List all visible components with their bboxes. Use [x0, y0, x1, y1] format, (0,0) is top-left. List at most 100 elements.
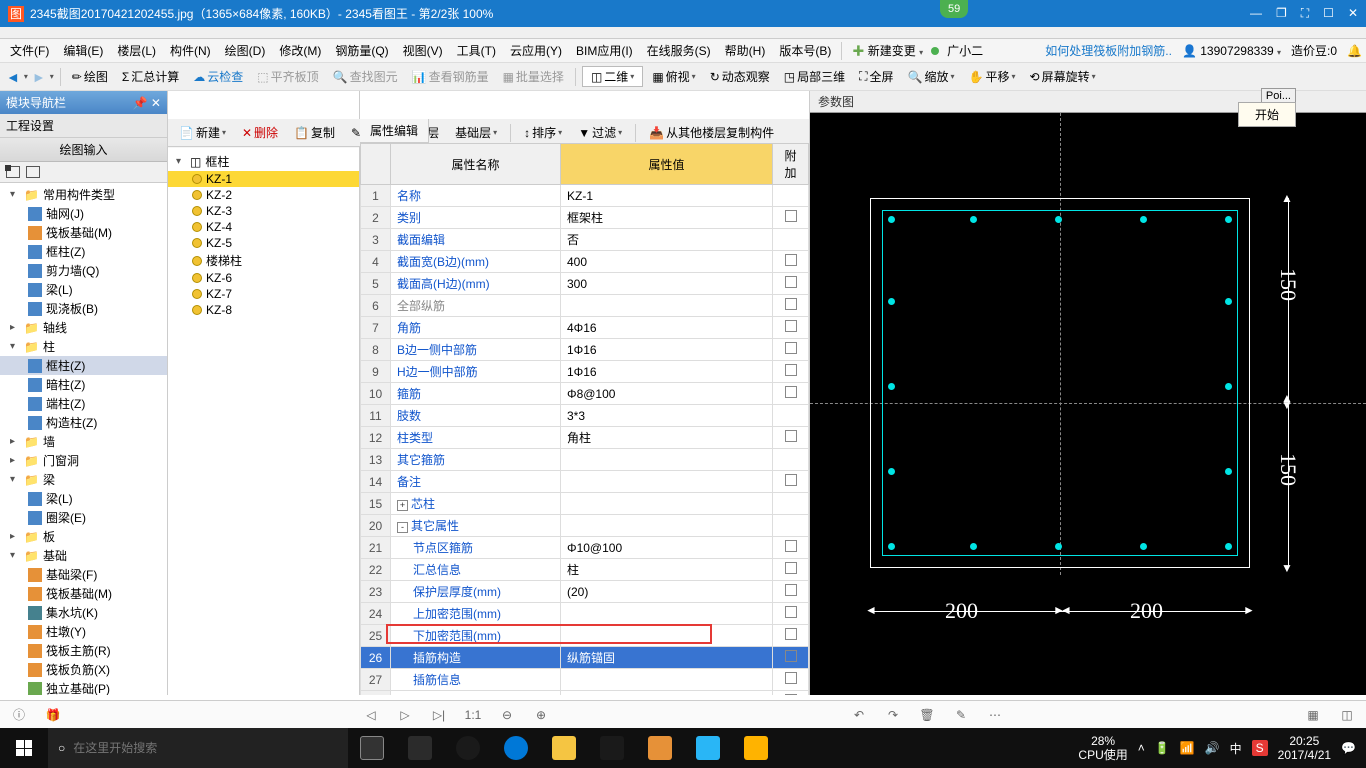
restore-icon[interactable]: ❐	[1276, 6, 1287, 21]
help-link[interactable]: 如何处理筏板附加钢筋..	[1045, 42, 1172, 59]
zoom-button[interactable]: 🔍 缩放 ▾	[903, 66, 960, 87]
menu-modify[interactable]: 修改(M)	[273, 40, 327, 61]
property-row[interactable]: 28计算设置按默认计算设置计算	[361, 691, 809, 696]
prop-checkbox-cell[interactable]	[773, 405, 809, 427]
prop-checkbox-cell[interactable]	[773, 427, 809, 449]
fullscreen-button[interactable]: ⛶ 全屏	[854, 66, 898, 87]
property-row[interactable]: 6全部纵筋	[361, 295, 809, 317]
comp-kz7[interactable]: KZ-7	[168, 286, 359, 302]
notification-badge[interactable]: 59	[940, 0, 968, 18]
menu-help[interactable]: 帮助(H)	[719, 40, 772, 61]
rotate-right-icon[interactable]: ↷	[884, 706, 902, 724]
store-icon[interactable]	[588, 728, 636, 768]
prop-checkbox-cell[interactable]	[773, 559, 809, 581]
prop-checkbox-cell[interactable]	[773, 383, 809, 405]
tree-hidden-column[interactable]: 暗柱(Z)	[0, 375, 167, 394]
checkbox-icon[interactable]	[785, 694, 797, 695]
batch-select-button[interactable]: ▦ 批量选择	[498, 66, 569, 87]
menu-file[interactable]: 文件(F)	[4, 40, 55, 61]
prop-checkbox-cell[interactable]	[773, 625, 809, 647]
prop-checkbox-cell[interactable]	[773, 471, 809, 493]
prop-checkbox-cell[interactable]	[773, 229, 809, 251]
property-row[interactable]: 1名称KZ-1	[361, 185, 809, 207]
checkbox-icon[interactable]	[785, 650, 797, 662]
tree-common-types[interactable]: ▾📁 常用构件类型	[0, 185, 167, 204]
user-label[interactable]: 广小二	[941, 40, 989, 61]
comp-kz5[interactable]: KZ-5	[168, 235, 359, 251]
cloud-check-button[interactable]: ☁ 云检查	[188, 66, 248, 87]
tree-axis[interactable]: ▸📁 轴线	[0, 318, 167, 337]
prop-checkbox-cell[interactable]	[773, 493, 809, 515]
search-input[interactable]	[73, 741, 338, 755]
property-row[interactable]: 12柱类型角柱	[361, 427, 809, 449]
app-icon[interactable]	[396, 728, 444, 768]
gift-icon[interactable]: 🎁	[44, 706, 62, 724]
checkbox-icon[interactable]	[785, 254, 797, 266]
viewport-canvas[interactable]: 200 200 150 150 ◄ ► ► ◄ ▲ ▼ ▲ ▼	[810, 113, 1366, 695]
prop-value[interactable]: 400	[561, 251, 773, 273]
tray-battery-icon[interactable]: 🔋	[1155, 741, 1170, 755]
comp-root[interactable]: ▾◫ 框柱	[168, 152, 359, 171]
comp-kz8[interactable]: KZ-8	[168, 302, 359, 318]
prop-value[interactable]	[561, 493, 773, 515]
property-row[interactable]: 26插筋构造纵筋锚固	[361, 647, 809, 669]
property-row[interactable]: 3截面编辑否	[361, 229, 809, 251]
property-row[interactable]: 23保护层厚度(mm)(20)	[361, 581, 809, 603]
menu-component[interactable]: 构件(N)	[164, 40, 217, 61]
info-icon[interactable]: ⓘ	[10, 706, 28, 724]
expand-icon[interactable]: +	[397, 500, 408, 511]
prop-value[interactable]: 1Φ16	[561, 339, 773, 361]
edit-icon[interactable]: ✎	[952, 706, 970, 724]
view-rebar-button[interactable]: 📊 查看钢筋量	[407, 66, 494, 87]
property-tab[interactable]: 属性编辑	[360, 119, 429, 143]
prop-value[interactable]: 柱	[561, 559, 773, 581]
app-icon[interactable]	[732, 728, 780, 768]
nav-draw-input-tab[interactable]: 绘图输入	[0, 138, 167, 162]
trash-icon[interactable]: 🗑	[918, 706, 936, 724]
comp-kz2[interactable]: KZ-2	[168, 187, 359, 203]
ratio-button[interactable]: 1:1	[464, 706, 482, 724]
back-dropdown[interactable]: ▾	[24, 72, 28, 81]
tree-shear-wall[interactable]: 剪力墙(Q)	[0, 261, 167, 280]
close-icon[interactable]: ✕	[1348, 6, 1358, 21]
tree-indep-found[interactable]: 独立基础(P)	[0, 679, 167, 695]
zoom-out-icon[interactable]: ⊖	[498, 706, 516, 724]
view-mode-select[interactable]: ◫ 二维 ▾	[582, 66, 643, 87]
sum-button[interactable]: Σ 汇总计算	[117, 66, 184, 87]
prop-value[interactable]	[561, 295, 773, 317]
pin-icon[interactable]: 📌 ✕	[133, 96, 161, 110]
property-row[interactable]: 9H边一侧中部筋1Φ16	[361, 361, 809, 383]
checkbox-icon[interactable]	[785, 584, 797, 596]
tree-beam-l[interactable]: 梁(L)	[0, 489, 167, 508]
tree-beam[interactable]: 梁(L)	[0, 280, 167, 299]
prop-value[interactable]: (20)	[561, 581, 773, 603]
checkbox-icon[interactable]	[785, 672, 797, 684]
window-icon[interactable]: ◫	[1338, 706, 1356, 724]
prop-value[interactable]	[561, 449, 773, 471]
play-icon[interactable]: ▷	[396, 706, 414, 724]
prop-checkbox-cell[interactable]	[773, 339, 809, 361]
tree-sump[interactable]: 集水坑(K)	[0, 603, 167, 622]
app-icon[interactable]	[636, 728, 684, 768]
new-button[interactable]: 📄 新建 ▾	[174, 122, 231, 143]
prop-checkbox-cell[interactable]	[773, 295, 809, 317]
start-button[interactable]	[0, 728, 48, 768]
checkbox-icon[interactable]	[785, 298, 797, 310]
bell-icon[interactable]: 🔔	[1347, 44, 1362, 58]
property-row[interactable]: 2类别框架柱	[361, 207, 809, 229]
minimize-icon[interactable]: —	[1250, 6, 1262, 21]
layout-icon-1[interactable]	[6, 166, 20, 178]
property-row[interactable]: 20-其它属性	[361, 515, 809, 537]
prop-checkbox-cell[interactable]	[773, 273, 809, 295]
tree-found-beam[interactable]: 基础梁(F)	[0, 565, 167, 584]
prop-value[interactable]: 300	[561, 273, 773, 295]
orbit-button[interactable]: ↻ 动态观察	[705, 66, 775, 87]
checkbox-icon[interactable]	[785, 628, 797, 640]
property-row[interactable]: 10箍筋Φ8@100	[361, 383, 809, 405]
prop-checkbox-cell[interactable]	[773, 581, 809, 603]
prop-value[interactable]: Φ8@100	[561, 383, 773, 405]
property-row[interactable]: 5截面高(H边)(mm)300	[361, 273, 809, 295]
prop-checkbox-cell[interactable]	[773, 449, 809, 471]
prop-value[interactable]: 角柱	[561, 427, 773, 449]
prop-value[interactable]: 框架柱	[561, 207, 773, 229]
